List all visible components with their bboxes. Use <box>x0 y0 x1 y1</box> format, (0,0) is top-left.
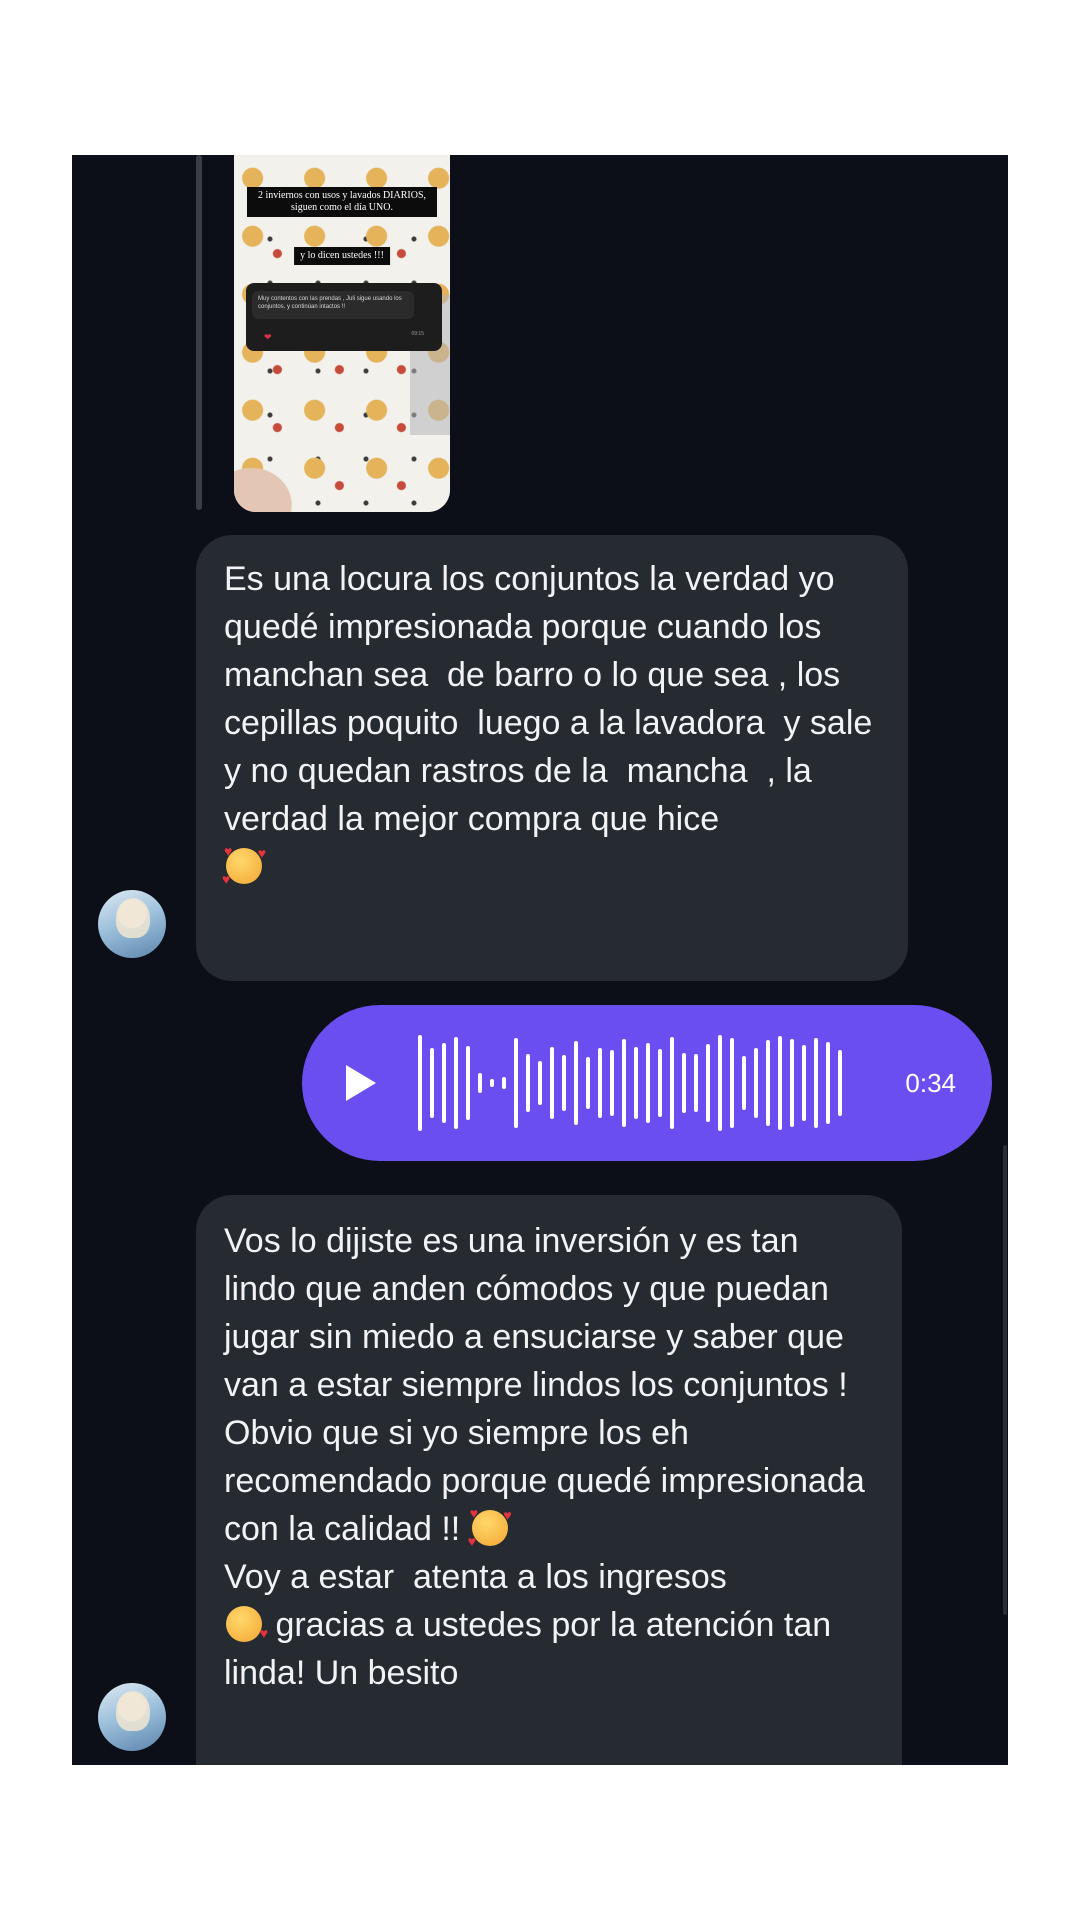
waveform-bar <box>706 1044 710 1122</box>
face-blowing-a-kiss-icon: ♥ <box>224 1602 268 1644</box>
waveform-bar <box>718 1035 722 1131</box>
message-text: Es una locura los conjuntos la verdad yo… <box>224 560 882 838</box>
waveform-bar <box>790 1039 794 1127</box>
avatar[interactable] <box>98 890 166 958</box>
waveform-bar <box>766 1040 770 1126</box>
waveform-bar <box>658 1049 662 1117</box>
waveform-bar <box>838 1050 842 1116</box>
play-icon[interactable] <box>346 1065 376 1101</box>
waveform-bar <box>802 1045 806 1121</box>
waveform-bar <box>754 1048 758 1118</box>
waveform-bar <box>694 1054 698 1112</box>
waveform-bar <box>550 1047 554 1119</box>
waveform-bar <box>490 1079 494 1087</box>
waveform-bar <box>730 1038 734 1128</box>
message-text-part-2: Voy a estar atenta a los ingresos <box>224 1558 727 1596</box>
waveform-bar <box>586 1057 590 1109</box>
smiling-face-with-hearts-icon: ♥ ♥ ♥ <box>467 1505 512 1549</box>
waveform-bar <box>526 1054 530 1112</box>
waveform-bar <box>610 1050 614 1116</box>
message-text-part-3: gracias a ustedes por la atención tan li… <box>224 1606 841 1692</box>
post-caption-2: y lo dicen ustedes !!! <box>294 247 390 265</box>
chat-screen: 2 inviernos con usos y lavados DIARIOS, … <box>72 155 1008 1765</box>
shared-post-preview[interactable]: 2 inviernos con usos y lavados DIARIOS, … <box>234 155 450 512</box>
waveform-bar <box>646 1043 650 1123</box>
avatar[interactable] <box>98 1683 166 1751</box>
waveform-bar <box>418 1035 422 1131</box>
scrollbar[interactable] <box>1003 1145 1007 1615</box>
post-quoted-message: Muy contentos con las prendas , Juli sig… <box>252 291 414 319</box>
post-caption-1: 2 inviernos con usos y lavados DIARIOS, … <box>247 187 437 217</box>
message-bubble-received[interactable]: Vos lo dijiste es una inversión y es tan… <box>196 1195 902 1765</box>
smiling-face-with-hearts-icon: ♥ ♥ ♥ <box>222 843 266 887</box>
waveform-bar <box>634 1047 638 1119</box>
waveform-bar <box>442 1043 446 1123</box>
waveform-bar <box>826 1042 830 1124</box>
heart-icon: ❤ <box>264 332 272 342</box>
waveform-bar <box>538 1061 542 1105</box>
waveform-bar <box>814 1038 818 1128</box>
message-bubble-received[interactable]: Es una locura los conjuntos la verdad yo… <box>196 535 908 981</box>
waveform-bar <box>670 1037 674 1129</box>
message-text-part-1: Vos lo dijiste es una inversión y es tan… <box>224 1222 865 1548</box>
waveform-bar <box>478 1073 482 1093</box>
waveform-bar <box>430 1048 434 1118</box>
waveform-bar <box>682 1053 686 1113</box>
waveform-bar <box>622 1039 626 1127</box>
waveform-bar <box>454 1037 458 1129</box>
waveform-bar <box>502 1077 506 1089</box>
post-image-hand <box>234 442 320 512</box>
waveform-bar <box>514 1038 518 1128</box>
audio-waveform[interactable] <box>418 1033 848 1133</box>
waveform-bar <box>562 1055 566 1111</box>
waveform-bar <box>742 1056 746 1110</box>
waveform-bar <box>574 1041 578 1125</box>
voice-duration: 0:34 <box>905 1068 956 1098</box>
post-quoted-chat: Muy contentos con las prendas , Juli sig… <box>246 283 442 351</box>
waveform-bar <box>778 1036 782 1130</box>
reply-indicator-bar <box>196 155 202 510</box>
waveform-bar <box>598 1048 602 1118</box>
waveform-bar <box>466 1046 470 1120</box>
post-quoted-time: 09:15 <box>411 331 424 337</box>
voice-message[interactable]: 0:34 <box>302 1005 992 1161</box>
